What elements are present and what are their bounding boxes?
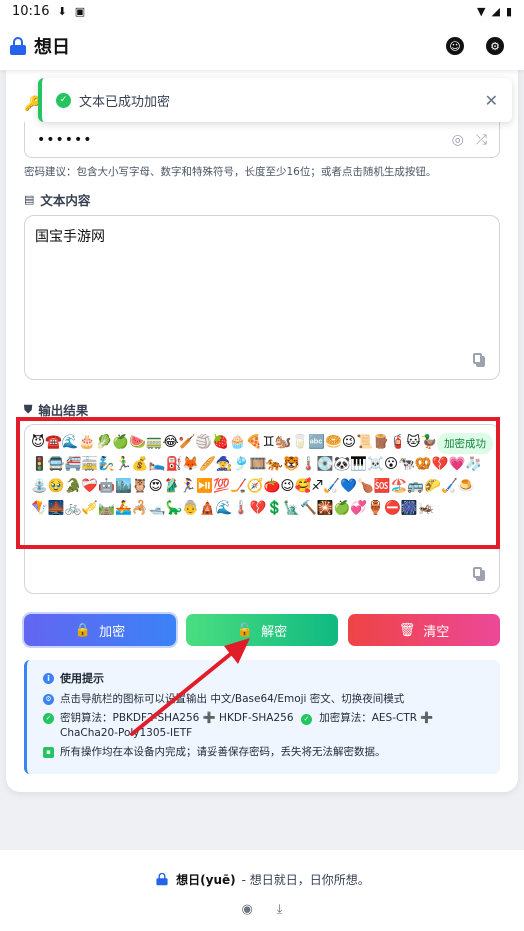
document-icon: ▤ [24,193,35,206]
lock-icon [10,37,26,55]
close-icon[interactable]: ✕ [485,91,498,110]
password-value[interactable]: •••••• [37,132,93,148]
output-section-label: ⛊ 输出结果 [24,400,88,419]
copy-icon[interactable] [473,353,485,367]
main-card: 🔑 ✓ 文本已成功加密 ✕ •••••• ◎ ⤮ 密码建议：包含大小写字母、数字… [6,70,518,792]
footer-tagline: - 想日就日，日你所想。 [241,872,370,887]
decrypt-label: 解密 [261,624,288,640]
check-circle-icon: ✓ [300,714,312,725]
output-section-title: 输出结果 [38,403,89,418]
status-time: 10:16 [12,3,50,19]
tip-text: 密钥算法：PBKDF2-SHA256 ➕ HKDF-SHA256 ✓ 加密算法：… [60,711,484,741]
lock-icon: ▪ [43,747,54,758]
download-icon[interactable]: ⤓ [277,902,283,917]
emoji-mode-icon[interactable]: ☺ [446,37,464,55]
text-section-title: 文本内容 [40,193,91,208]
tips-title-text: 使用提示 [60,672,104,685]
action-buttons: 🔒 加密 🔓 解密 🗑 清空 [24,614,500,646]
usage-tips: i 使用提示 ⚙ 点击导航栏的图标可以设置输出 中文/Base64/Emoji … [24,660,500,774]
text-section-label: ▤ 文本内容 [24,190,90,209]
info-icon: i [43,672,54,684]
eye-slash-icon[interactable]: ◎ [452,132,464,148]
password-hint: 密码建议：包含大小写字母、数字和特殊符号，长度至少16位；或者点击随机生成按钮。 [24,166,437,178]
check-circle-icon: ✓ [43,713,54,724]
tip-line: ✓ 密钥算法：PBKDF2-SHA256 ➕ HKDF-SHA256 ✓ 加密算… [43,711,484,741]
tips-title: i 使用提示 [43,670,484,686]
lock-closed-icon: 🔒 [74,622,92,638]
wifi-icon: ▼ [477,4,486,18]
status-bar: 10:16 ⬇ ▣ ▼ ◢ ▮ [0,0,524,22]
app-notification-icon: ▣ [74,4,86,18]
success-toast: ✓ 文本已成功加密 ✕ [38,78,512,122]
annotation-arrow [130,638,250,736]
battery-icon: ▮ [505,4,512,18]
shield-icon: ⛊ [24,402,33,416]
password-field[interactable]: •••••• ◎ ⤮ [24,122,500,158]
footer-brand: 想日(yuē) [176,872,236,887]
output-textarea[interactable]: 😈☎️🌊🎂🥬🍏🍉🚃😂🏏🏐🍓🧁🍕♊🐿️🥛🔤🥯😉📜🪵🧯🐱🦆🍎🐂😤🚦🚍🚝🚋🧞🏃‍♂️💰… [24,424,500,594]
footer: 想日(yuē) - 想日就日，日你所想。 ◉ ⤓ [0,850,524,931]
lock-icon [156,872,168,886]
clear-button[interactable]: 🗑 清空 [348,614,500,646]
success-badge: 加密成功 [437,433,493,454]
settings-gear-icon[interactable]: ⚙ [486,37,504,55]
trash-icon: 🗑 [398,622,416,638]
github-icon[interactable]: ◉ [241,902,252,917]
signal-icon: ◢ [491,4,500,18]
gear-icon: ⚙ [43,694,54,705]
app-bar: 想日 ☺ ⚙ [0,22,524,70]
toast-message: 文本已成功加密 [79,94,171,110]
text-input-value[interactable]: 国宝手游网 [35,229,105,245]
tip-line: ▪ 所有操作均在本设备内完成；请妥善保存密码，丢失将无法解密数据。 [43,745,484,760]
tip-line: ⚙ 点击导航栏的图标可以设置输出 中文/Base64/Emoji 密文、切换夜间… [43,692,484,707]
output-value[interactable]: 😈☎️🌊🎂🥬🍏🍉🚃😂🏏🏐🍓🧁🍕♊🐿️🥛🔤🥯😉📜🪵🧯🐱🦆🍎🐂😤🚦🚍🚝🚋🧞🏃‍♂️💰… [25,425,495,545]
tip-text: 所有操作均在本设备内完成；请妥善保存密码，丢失将无法解密数据。 [60,746,386,758]
check-circle-icon: ✓ [56,92,71,108]
text-input[interactable]: 国宝手游网 [24,215,500,380]
encrypt-label: 加密 [99,624,126,640]
app-title: 想日 [34,37,70,58]
shuffle-icon[interactable]: ⤮ [476,132,487,148]
copy-output-icon[interactable] [473,567,485,581]
clear-label: 清空 [423,624,450,640]
download-icon: ⬇ [57,4,67,18]
